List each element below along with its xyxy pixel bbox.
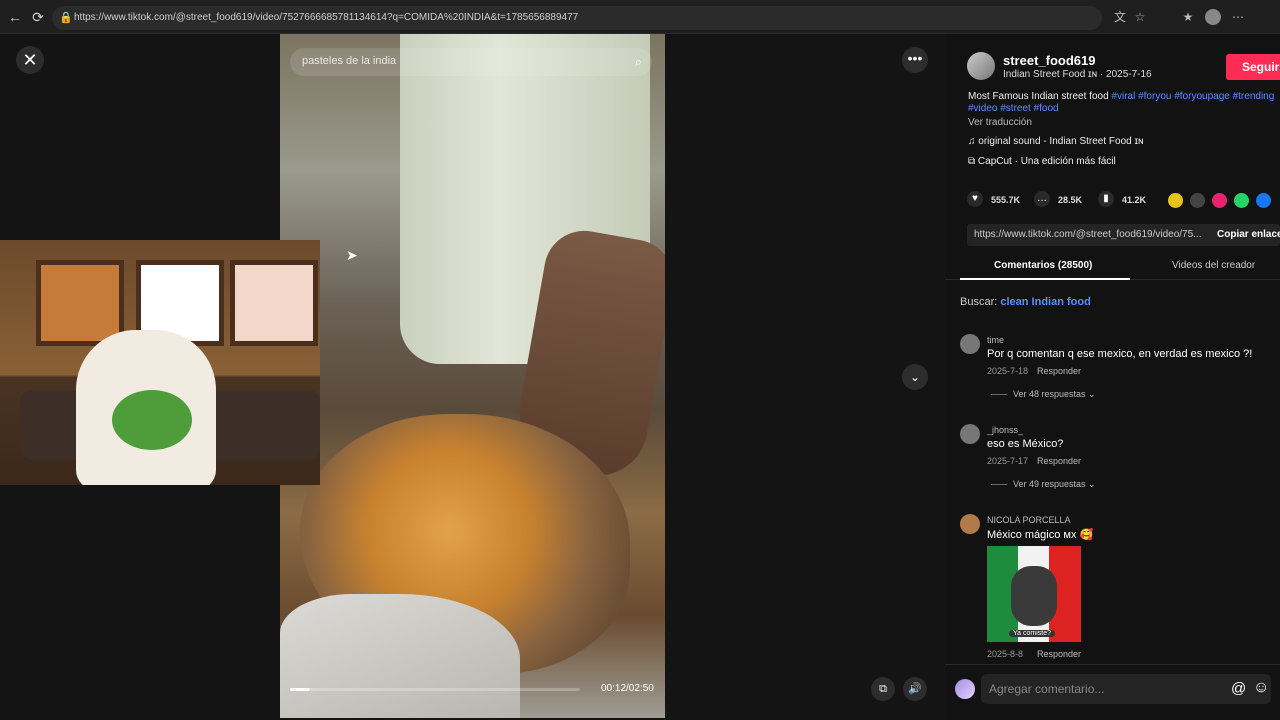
video-search-text: pasteles de la india — [302, 55, 397, 67]
reply-button[interactable]: Responder — [1037, 366, 1081, 376]
video-player[interactable] — [280, 34, 665, 718]
tab-comments[interactable]: Comentarios (28500) — [994, 260, 1092, 271]
share-link-box[interactable]: https://www.tiktok.com/@street_food619/v… — [967, 224, 1280, 246]
comment-icon[interactable]: … — [1034, 191, 1050, 207]
like-icon[interactable]: ♥ — [967, 191, 983, 207]
like-count: 555.7K — [991, 195, 1021, 205]
video-timecode: 00:12/02:50 — [601, 683, 654, 694]
lock-icon: 🔒 — [59, 12, 73, 24]
search-suggestion-label: Buscar: — [960, 296, 1001, 308]
comment-text: eso es México? — [987, 438, 1064, 450]
wall-frame-melody — [230, 260, 318, 346]
facebook-share-icon[interactable] — [1256, 193, 1271, 208]
comment-count: 28.5K — [1058, 195, 1083, 205]
comment-input[interactable]: Agregar comentario... @ ☺ — [981, 674, 1271, 704]
sound-link[interactable]: ♫ original sound - Indian Street Food ɪɴ — [968, 136, 1144, 147]
creator-avatar[interactable] — [967, 52, 995, 80]
description-text: Most Famous Indian street food — [968, 91, 1112, 102]
pip-button[interactable]: ⧉ — [871, 677, 895, 701]
search-suggestion-query[interactable]: clean Indian food — [1000, 296, 1090, 308]
video-search-bar[interactable]: pasteles de la india ⌕ — [290, 48, 652, 76]
close-button[interactable]: ✕ — [16, 46, 44, 74]
see-translation-link[interactable]: Ver traducción — [968, 117, 1032, 128]
view-replies-button[interactable]: Ver 49 respuestas ⌄ — [991, 479, 1096, 490]
reply-button[interactable]: Responder — [1037, 456, 1081, 466]
mention-icon[interactable]: @ — [1231, 680, 1246, 697]
next-video-button[interactable]: ⌄ — [902, 364, 928, 390]
comment-date: 2025-7-17 — [987, 456, 1029, 466]
comment-date: 2025-8-8 — [987, 649, 1024, 659]
creator-name[interactable]: street_food619 — [1003, 53, 1095, 68]
comment-avatar[interactable] — [960, 334, 980, 354]
tab-creator-videos[interactable]: Videos del creador — [1172, 260, 1255, 271]
comment-avatar[interactable] — [960, 514, 980, 534]
comment-user[interactable]: NICOLA PORCELLA — [987, 515, 1071, 525]
volume-button[interactable]: 🔊 — [903, 677, 927, 701]
video-progress-bar[interactable] — [290, 688, 580, 691]
coin-share-icon[interactable] — [1168, 193, 1183, 208]
share-link-text: https://www.tiktok.com/@street_food619/v… — [974, 229, 1202, 240]
comment-avatar[interactable] — [960, 424, 980, 444]
comment-user[interactable]: time — [987, 335, 1004, 345]
whatsapp-share-icon[interactable] — [1234, 193, 1249, 208]
pepe-face — [112, 390, 192, 450]
capcut-link[interactable]: ⧉ CapCut · Una edición más fácil — [968, 156, 1116, 167]
back-icon[interactable]: ← — [6, 8, 24, 26]
mouse-cursor-icon: ➤ — [346, 247, 358, 263]
url-text: https://www.tiktok.com/@street_food619/v… — [74, 12, 579, 23]
embed-share-icon[interactable] — [1190, 193, 1205, 208]
copy-link-button[interactable]: Copiar enlace — [1217, 229, 1280, 240]
wall-frame-photo — [36, 260, 124, 346]
comment-text: Por q comentan q ese mexico, en verdad e… — [987, 348, 1253, 360]
star-icon[interactable]: ☆ — [1132, 9, 1148, 25]
profile-avatar[interactable] — [1205, 9, 1221, 25]
user-avatar[interactable] — [955, 679, 975, 699]
emoji-icon[interactable]: ☺ — [1253, 679, 1269, 697]
save-icon[interactable]: ▮ — [1098, 191, 1114, 207]
send-share-icon[interactable] — [1212, 193, 1227, 208]
comment-text: México mágico ᴍx 🥰 — [987, 529, 1094, 541]
comment-user[interactable]: _jhonss_ — [987, 425, 1023, 435]
comment-bar: Agregar comentario... @ ☺ — [945, 664, 1280, 720]
streamer-overlay — [0, 240, 320, 485]
comment-gif[interactable]: Ya comiste? — [987, 546, 1081, 642]
follow-button[interactable]: Seguir — [1226, 54, 1280, 80]
comment-date: 2025-7-18 — [987, 366, 1029, 376]
search-icon[interactable]: ⌕ — [635, 54, 642, 70]
video-frame-paper — [280, 594, 520, 718]
save-count: 41.2K — [1122, 195, 1147, 205]
translate-icon[interactable]: 文 — [1112, 9, 1128, 25]
video-progress-fill — [290, 688, 311, 691]
bookmarks-icon[interactable]: ★ — [1180, 9, 1196, 25]
browser-toolbar: ← ⟳ 🔒 https://www.tiktok.com/@street_foo… — [0, 0, 1280, 34]
search-suggestion[interactable]: Buscar: clean Indian food — [960, 296, 1091, 308]
more-options-button[interactable]: ••• — [902, 47, 928, 73]
active-tab-indicator — [960, 278, 1130, 280]
video-description: Most Famous Indian street food #viral #f… — [968, 91, 1280, 115]
view-replies-button[interactable]: Ver 48 respuestas ⌄ — [991, 389, 1096, 400]
reload-icon[interactable]: ⟳ — [29, 8, 47, 26]
gorilla-figure — [1011, 566, 1057, 626]
creator-subtitle: Indian Street Food ɪɴ · 2025-7-16 — [1003, 69, 1152, 80]
menu-icon[interactable]: ⋯ — [1230, 9, 1246, 25]
gif-caption: Ya comiste? — [1009, 630, 1055, 637]
reply-button[interactable]: Responder — [1037, 649, 1081, 659]
address-bar[interactable]: 🔒 https://www.tiktok.com/@street_food619… — [52, 6, 1102, 30]
comment-placeholder: Agregar comentario... — [989, 682, 1105, 696]
